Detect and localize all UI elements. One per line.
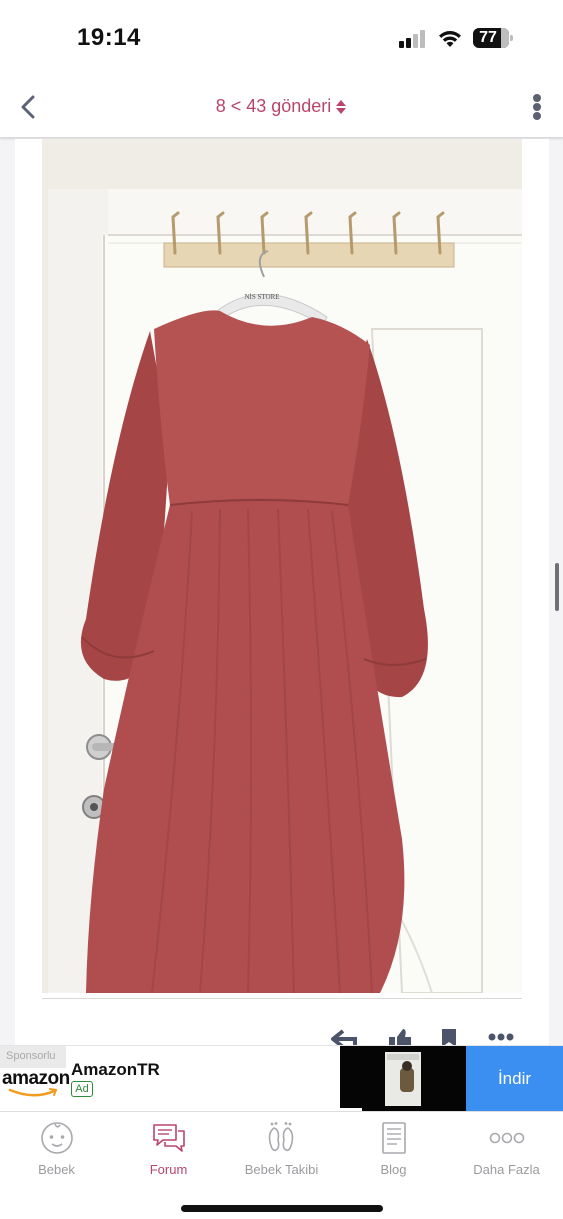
back-button[interactable] (12, 90, 44, 124)
sort-arrows-icon (336, 99, 347, 114)
status-time: 19:14 (77, 24, 141, 51)
like-icon[interactable] (385, 1027, 413, 1047)
tab-daha-fazla[interactable]: Daha Fazla (450, 1120, 563, 1188)
tab-label: Bebek Takibi (244, 1162, 319, 1177)
status-bar: 19:14 77 (0, 0, 563, 76)
bookmark-icon[interactable] (440, 1027, 458, 1047)
install-button[interactable]: İndir (466, 1046, 563, 1112)
post-photo[interactable]: NİS STORE (42, 139, 522, 993)
battery-level: 77 (479, 29, 497, 46)
amazon-smile-icon (8, 1088, 58, 1097)
more-horizontal-icon[interactable] (488, 1027, 514, 1047)
scroll-indicator[interactable] (555, 563, 559, 611)
ad-video-frame (340, 1046, 466, 1112)
post-pager-label: 8 < 43 gönderi (215, 96, 332, 116)
dress-photo: NİS STORE (42, 139, 522, 993)
footprints-icon (268, 1122, 293, 1152)
tab-label: Daha Fazla (473, 1162, 540, 1177)
tab-forum[interactable]: Forum (112, 1120, 225, 1188)
baby-face-icon (40, 1122, 73, 1154)
screen: 19:14 77 8 < 43 gönderi NİS STORE Sponso… (0, 0, 563, 1219)
ad-video-thumbnail[interactable] (340, 1046, 466, 1112)
amazon-logo-text: amazon (2, 1068, 70, 1089)
tab-label: Blog (380, 1162, 407, 1177)
post-pager-dropdown[interactable]: 8 < 43 gönderi (150, 96, 413, 117)
post-card: NİS STORE (15, 139, 549, 1139)
battery-icon: 77 (473, 28, 513, 48)
tab-bebek-takibi[interactable]: Bebek Takibi (225, 1120, 338, 1188)
chevron-left-icon (21, 95, 35, 119)
more-options-button[interactable] (524, 90, 550, 124)
more-vertical-icon (533, 94, 541, 102)
more-dots-icon (489, 1132, 524, 1144)
amazon-logo: amazon (2, 1068, 70, 1098)
wifi-icon (439, 31, 461, 47)
ad-badge: Ad (71, 1081, 93, 1097)
ad-banner[interactable]: Sponsorlu amazon AmazonTR Ad İndir (0, 1045, 563, 1112)
tab-blog[interactable]: Blog (337, 1120, 450, 1188)
photo-divider (42, 998, 522, 999)
cellular-signal-icon (399, 30, 429, 48)
advertiser-name: AmazonTR (71, 1060, 160, 1079)
document-icon (381, 1122, 406, 1154)
home-indicator[interactable] (181, 1205, 383, 1212)
tab-label: Forum (149, 1162, 188, 1177)
sponsored-label: Sponsorlu (0, 1046, 66, 1068)
hanger-brand-text: NİS STORE (244, 293, 279, 301)
tab-bebek[interactable]: Bebek (0, 1120, 113, 1188)
nav-bar: 8 < 43 gönderi (0, 76, 563, 138)
tab-label: Bebek (38, 1162, 75, 1177)
bottom-tab-bar: Bebek Forum Bebek Takibi Blog Daha Fazla (0, 1111, 563, 1219)
chat-bubbles-icon (152, 1124, 185, 1152)
reply-icon[interactable] (329, 1027, 361, 1047)
